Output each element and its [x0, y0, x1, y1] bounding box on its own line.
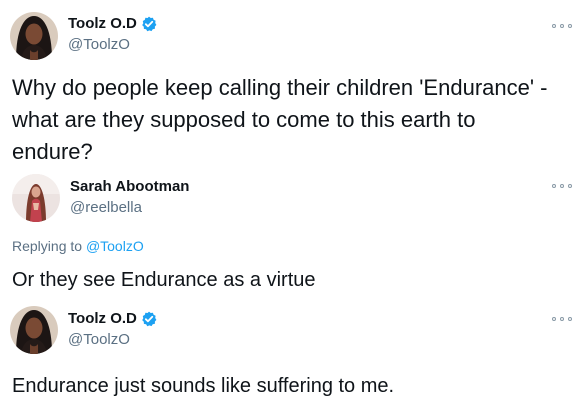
author-handle[interactable]: @ToolzO — [68, 331, 130, 348]
more-options-icon[interactable] — [552, 313, 572, 325]
profile-photo-icon — [10, 306, 58, 354]
tweet-response: Toolz O.D @ToolzO Endurance just sounds … — [0, 0, 584, 408]
verified-badge-icon — [141, 311, 157, 327]
author-name[interactable]: Toolz O.D — [68, 310, 137, 327]
author-name-row: Toolz O.D — [68, 310, 157, 327]
tweet-thread: Toolz O.D @ToolzO Why do people keep cal… — [0, 0, 584, 408]
tweet-text: Endurance just sounds like suffering to … — [12, 375, 395, 397]
avatar[interactable] — [10, 306, 58, 354]
